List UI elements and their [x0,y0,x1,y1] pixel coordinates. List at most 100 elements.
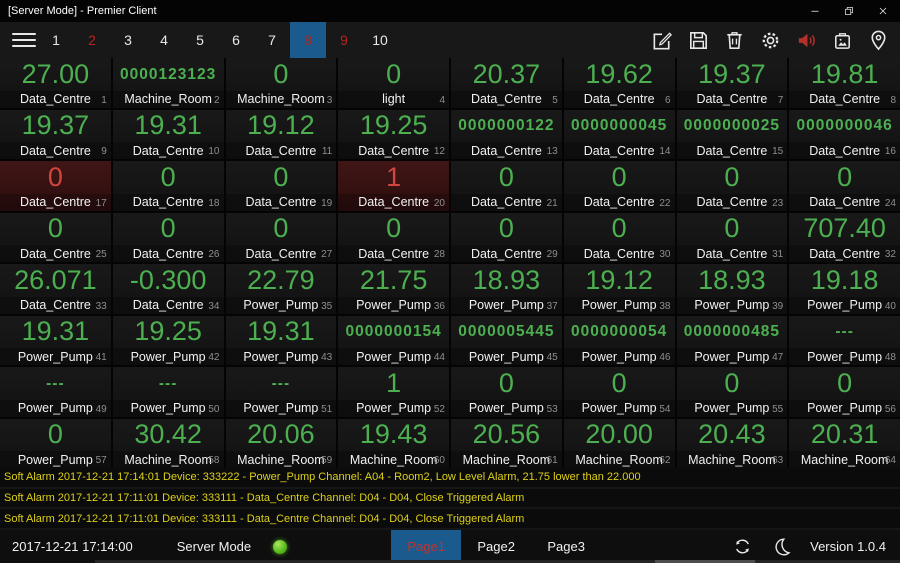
sensor-tile[interactable]: 18.93 Power_Pump 39 [676,264,788,314]
sensor-tile[interactable]: 707.40 Data_Centre 32 [789,212,900,262]
tile-value: 19.31 [134,110,202,141]
sensor-tile[interactable]: 19.25 Power_Pump 42 [112,315,224,365]
tab-page1[interactable]: Page1 [391,530,462,563]
sensor-tile[interactable]: 21.75 Power_Pump 36 [338,264,449,314]
sensor-tile[interactable]: 0 Data_Centre 25 [0,212,111,262]
sensor-tile[interactable]: 19.37 Data_Centre 9 [0,109,111,159]
sensor-tile[interactable]: 20.06 Machine_Room 59 [225,418,337,468]
sensor-tile[interactable]: 0000123123 Machine_Room 2 [112,58,224,108]
sensor-tile[interactable]: 0000005445 Power_Pump 45 [451,315,562,365]
sound-icon[interactable] [795,29,818,52]
sensor-tile[interactable]: 20.37 Data_Centre 5 [451,58,562,108]
maximize-button[interactable] [832,0,866,22]
sensor-tile[interactable]: 0 Power_Pump 53 [451,367,562,417]
sensor-tile[interactable]: 0000000485 Power_Pump 47 [676,315,788,365]
sensor-tile[interactable]: 0 Data_Centre 22 [563,161,675,211]
sensor-tile[interactable]: 19.12 Data_Centre 11 [225,109,337,159]
sensor-tile[interactable]: -0.300 Data_Centre 34 [112,264,224,314]
sensor-tile[interactable]: 0 Data_Centre 26 [112,212,224,262]
sensor-tile[interactable]: 30.42 Machine_Room 58 [112,418,224,468]
toolbar-page-6[interactable]: 6 [218,22,254,58]
sensor-tile[interactable]: 20.43 Machine_Room 63 [676,418,788,468]
sensor-tile[interactable]: 19.43 Machine_Room 60 [338,418,449,468]
sensor-tile[interactable]: 0000000025 Data_Centre 15 [676,109,788,159]
sensor-tile[interactable]: 0 Power_Pump 54 [563,367,675,417]
sensor-tile[interactable]: 22.79 Power_Pump 35 [225,264,337,314]
sensor-tile[interactable]: 0 Power_Pump 55 [676,367,788,417]
sensor-tile[interactable]: 19.37 Data_Centre 7 [676,58,788,108]
sensor-tile[interactable]: 19.31 Data_Centre 10 [112,109,224,159]
image-bin-icon[interactable] [831,29,854,52]
sensor-tile[interactable]: 0 Power_Pump 56 [789,367,900,417]
tab-page2[interactable]: Page2 [461,530,531,563]
settings-icon[interactable] [759,29,782,52]
minimize-button[interactable] [798,0,832,22]
sensor-tile[interactable]: 1 Data_Centre 20 [338,161,449,211]
sensor-tile[interactable]: 20.56 Machine_Room 61 [451,418,562,468]
sensor-tile[interactable]: 19.31 Power_Pump 43 [225,315,337,365]
toolbar-page-8[interactable]: 8 [290,22,326,58]
sensor-tile[interactable]: 27.00 Data_Centre 1 [0,58,111,108]
delete-icon[interactable] [723,29,746,52]
sensor-tile[interactable]: 0 Data_Centre 24 [789,161,900,211]
sensor-tile[interactable]: 20.31 Machine_Room 64 [789,418,900,468]
toolbar-page-10[interactable]: 10 [362,22,398,58]
sensor-tile[interactable]: 0 Data_Centre 28 [338,212,449,262]
tile-label: Power_Pump [581,401,657,415]
tile-label: Power_Pump [243,298,319,312]
sensor-tile[interactable]: 0 Data_Centre 17 [0,161,111,211]
sensor-tile[interactable]: 0000000154 Power_Pump 44 [338,315,449,365]
sensor-tile[interactable]: 0 Data_Centre 27 [225,212,337,262]
tile-label: Power_Pump [356,298,432,312]
tab-page3[interactable]: Page3 [531,530,601,563]
sensor-tile[interactable]: 19.18 Power_Pump 40 [789,264,900,314]
sensor-tile[interactable]: 0 light 4 [338,58,449,108]
toolbar-page-2[interactable]: 2 [74,22,110,58]
sensor-tile[interactable]: --- Power_Pump 51 [225,367,337,417]
sensor-tile[interactable]: 0 Data_Centre 23 [676,161,788,211]
toolbar-page-9[interactable]: 9 [326,22,362,58]
location-icon[interactable] [867,29,890,52]
sensor-tile[interactable]: 19.31 Power_Pump 41 [0,315,111,365]
sensor-tile[interactable]: --- Power_Pump 49 [0,367,111,417]
toolbar-page-5[interactable]: 5 [182,22,218,58]
sensor-tile[interactable]: 0 Data_Centre 30 [563,212,675,262]
sensor-tile[interactable]: 20.00 Machine_Room 62 [563,418,675,468]
sensor-tile[interactable]: 0000000045 Data_Centre 14 [563,109,675,159]
toolbar-page-7[interactable]: 7 [254,22,290,58]
sensor-tile[interactable]: --- Power_Pump 48 [789,315,900,365]
sensor-tile[interactable]: 0 Data_Centre 19 [225,161,337,211]
sensor-tile[interactable]: 0000000122 Data_Centre 13 [451,109,562,159]
sensor-tile[interactable]: --- Power_Pump 50 [112,367,224,417]
sensor-tile[interactable]: 0 Data_Centre 31 [676,212,788,262]
sync-icon[interactable] [732,536,753,557]
alarm-row[interactable]: Soft Alarm 2017-12-21 17:14:01 Device: 3… [0,468,900,489]
moon-icon[interactable] [771,536,792,557]
sensor-tile[interactable]: 0 Machine_Room 3 [225,58,337,108]
alarm-row[interactable]: Soft Alarm 2017-12-21 17:11:01 Device: 3… [0,509,900,531]
tile-index: 37 [546,300,558,312]
alarm-row[interactable]: Soft Alarm 2017-12-21 17:11:01 Device: 3… [0,488,900,510]
sensor-tile[interactable]: 0 Power_Pump 57 [0,418,111,468]
save-icon[interactable] [687,29,710,52]
sensor-tile[interactable]: 19.81 Data_Centre 8 [789,58,900,108]
sensor-tile[interactable]: 0000000054 Power_Pump 46 [563,315,675,365]
sensor-tile[interactable]: 0 Data_Centre 18 [112,161,224,211]
sensor-tile[interactable]: 18.93 Power_Pump 37 [451,264,562,314]
toolbar-page-4[interactable]: 4 [146,22,182,58]
sensor-tile[interactable]: 0000000046 Data_Centre 16 [789,109,900,159]
sensor-tile[interactable]: 1 Power_Pump 52 [338,367,449,417]
sensor-tile[interactable]: 0 Data_Centre 29 [451,212,562,262]
toolbar-page-1[interactable]: 1 [38,22,74,58]
window-title: [Server Mode] - Premier Client [8,5,157,17]
menu-icon[interactable] [12,33,36,47]
sensor-tile[interactable]: 19.25 Data_Centre 12 [338,109,449,159]
sensor-tile[interactable]: 26.071 Data_Centre 33 [0,264,111,314]
tile-label: Machine_Room [688,452,776,467]
sensor-tile[interactable]: 19.12 Power_Pump 38 [563,264,675,314]
sensor-tile[interactable]: 0 Data_Centre 21 [451,161,562,211]
close-button[interactable] [866,0,900,22]
edit-icon[interactable] [651,29,674,52]
sensor-tile[interactable]: 19.62 Data_Centre 6 [563,58,675,108]
toolbar-page-3[interactable]: 3 [110,22,146,58]
